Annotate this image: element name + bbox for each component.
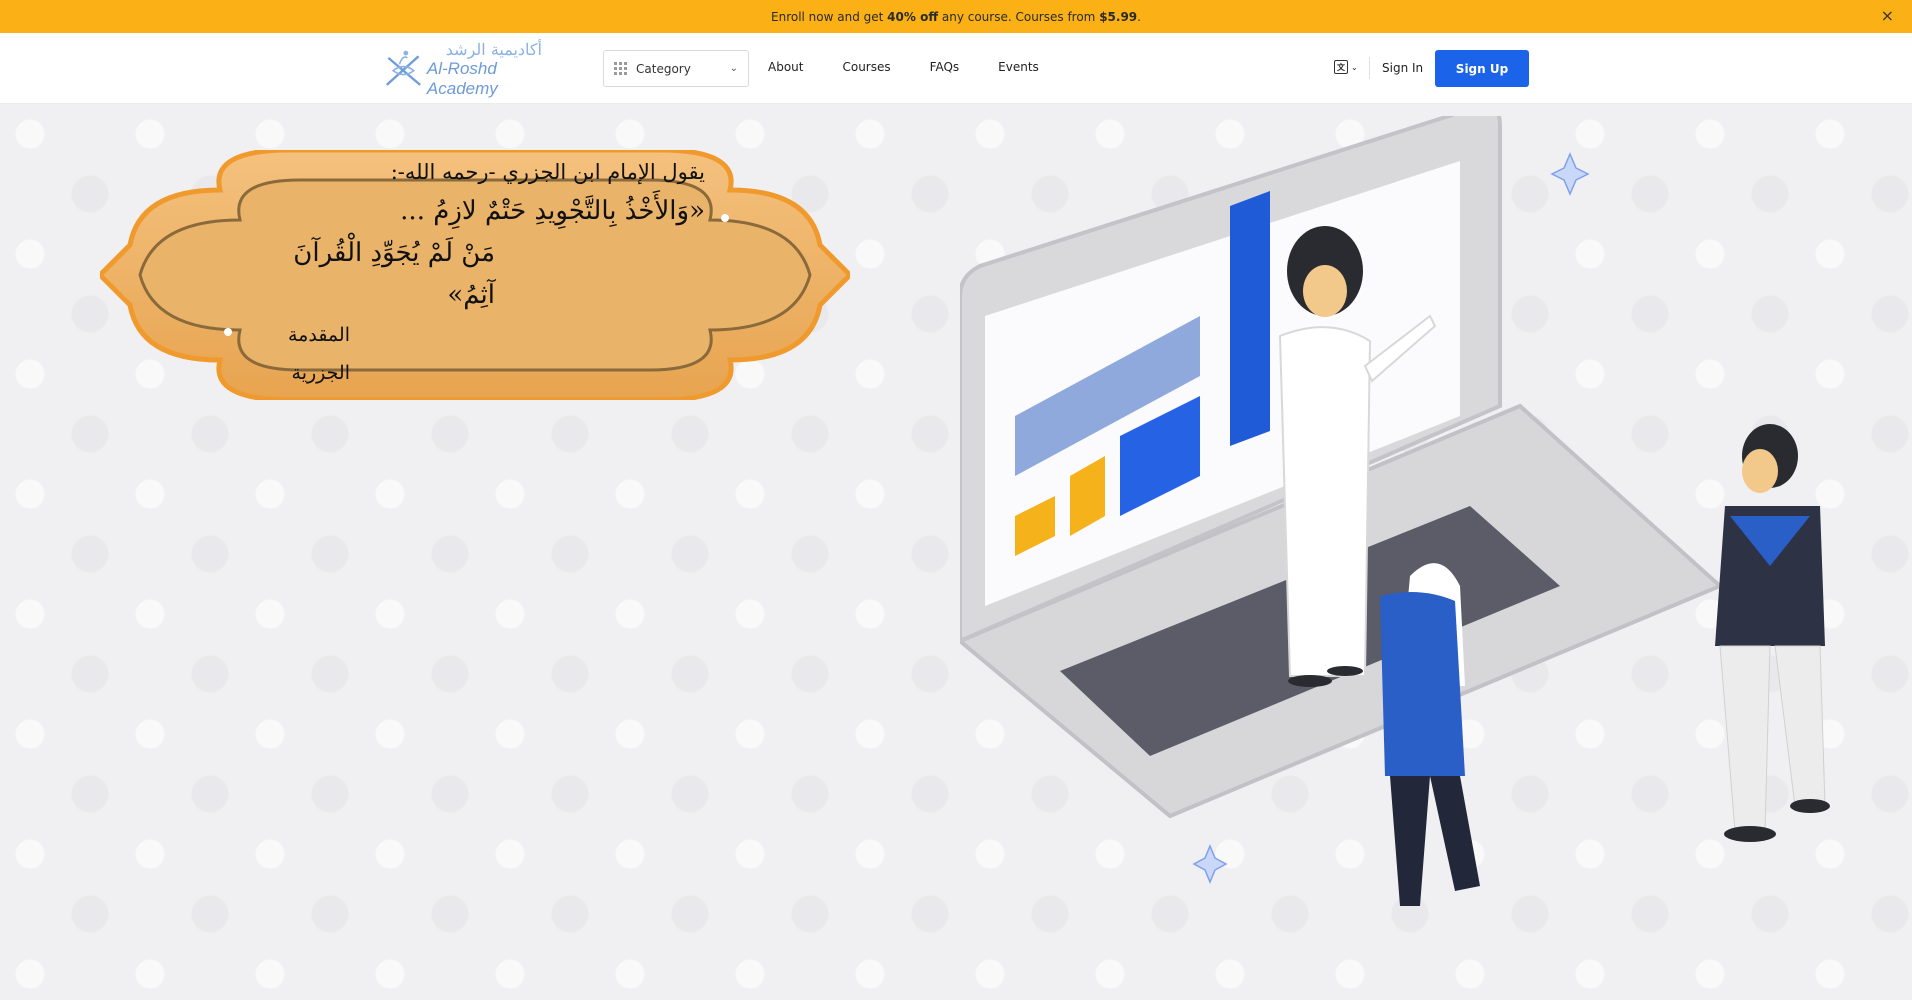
logo-mark-icon	[385, 50, 421, 86]
hero-section: يقول الإمام ابن الجزري -رحمه الله-: «وَا…	[0, 104, 1912, 1000]
sign-up-button[interactable]: Sign Up	[1435, 50, 1529, 87]
quote-block: يقول الإمام ابن الجزري -رحمه الله-: «وَا…	[240, 154, 705, 392]
nav-courses[interactable]: Courses	[842, 60, 890, 74]
chevron-down-icon: ⌄	[1351, 62, 1358, 72]
hero-illustration	[960, 116, 1830, 906]
quote-source: المقدمة الجزرية	[287, 324, 350, 384]
nav-events[interactable]: Events	[998, 60, 1039, 74]
promo-price: $5.99	[1099, 9, 1138, 24]
main-nav: About Courses FAQs Events	[768, 60, 1078, 74]
category-label: Category	[636, 61, 691, 76]
promo-prefix: Enroll now and get	[771, 9, 888, 24]
nav-faqs[interactable]: FAQs	[930, 60, 960, 74]
promo-discount: 40% off	[887, 9, 939, 24]
quote-line-1: «وَالأَخْذُ بِالتَّجْوِيدِ حَتْمٌ لازِمُ…	[400, 196, 705, 226]
promo-middle: any course. Courses from	[938, 9, 1100, 24]
sign-in-link[interactable]: Sign In	[1382, 61, 1423, 75]
quote-line-2: مَنْ لَمْ يُجَوِّدِ الْقُرآنَ آثِمُ»	[293, 238, 495, 310]
sparkle-icon	[1192, 844, 1228, 884]
promo-text: Enroll now and get 40% off any course. C…	[771, 10, 1141, 24]
category-dropdown[interactable]: Category ⌄	[603, 50, 749, 87]
logo-english: Al-Roshd Academy	[426, 58, 498, 98]
sparkle-icon	[1550, 152, 1590, 196]
logo-arabic: أكاديمية الرشد	[445, 39, 542, 59]
grid-icon	[614, 62, 627, 75]
quote-intro: يقول الإمام ابن الجزري -رحمه الله-:	[390, 160, 705, 184]
logo[interactable]: أكاديمية الرشد Al-Roshd Academy	[382, 39, 542, 98]
nav-about[interactable]: About	[768, 60, 803, 74]
promo-banner: Enroll now and get 40% off any course. C…	[0, 0, 1912, 33]
site-header: أكاديمية الرشد Al-Roshd Academy Category…	[0, 33, 1912, 104]
header-divider	[1369, 57, 1370, 79]
translate-icon: 文	[1334, 60, 1348, 74]
close-icon[interactable]: ×	[1881, 8, 1894, 24]
promo-suffix: .	[1137, 9, 1141, 24]
language-selector[interactable]: 文 ⌄	[1334, 60, 1358, 74]
chevron-down-icon: ⌄	[729, 63, 738, 74]
